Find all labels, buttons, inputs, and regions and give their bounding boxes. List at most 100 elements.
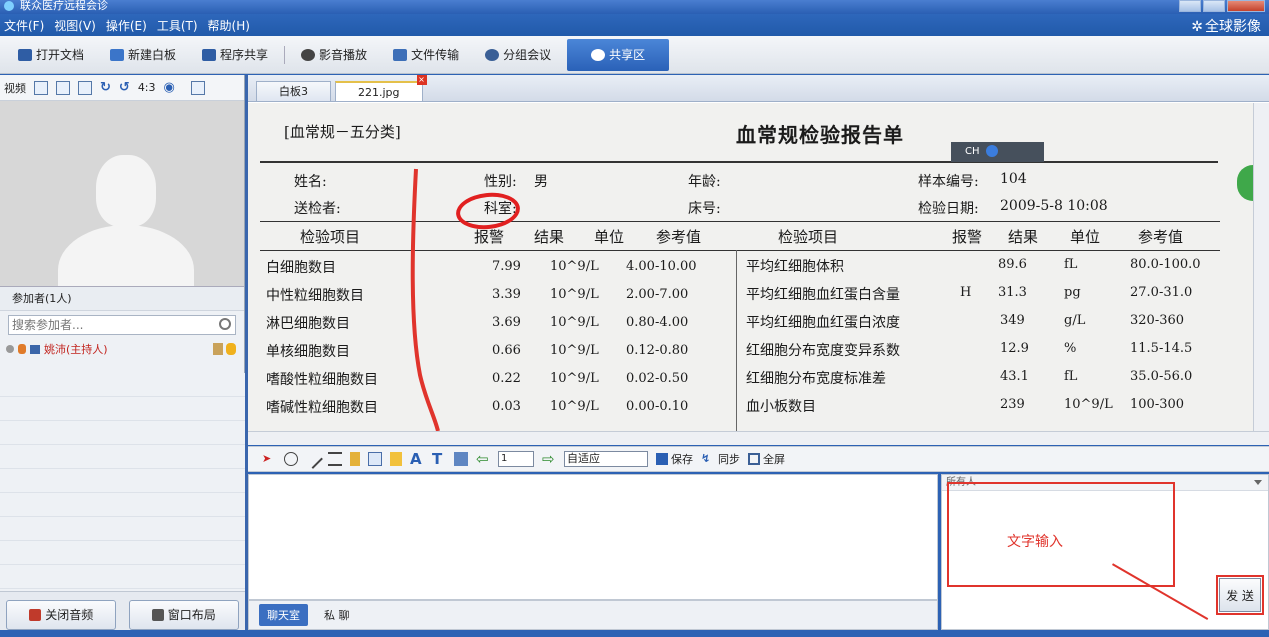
header-unit-right: 单位 [1070,228,1101,246]
right-row-unit: 10^9/L [1064,397,1113,412]
grid-view-icon[interactable] [56,80,70,95]
drawing-toolbar: ➤ A T ⇦ 1 ⇨ 自适应 保存 ↯ 同步 全屏 [248,446,1269,472]
chat-history[interactable] [248,474,938,600]
bed-label: 床号: [688,201,721,217]
pen-tool-icon[interactable] [350,452,360,466]
participant-search[interactable] [8,315,236,335]
tab-private-chat[interactable]: 私 聊 [316,604,358,626]
tab-chatroom[interactable]: 聊天室 [259,604,308,626]
open-document-button[interactable]: 打开文档 [8,42,94,68]
left-row-item: 白细胞数目 [266,260,336,276]
menu-help[interactable]: 帮助(H) [208,17,250,34]
media-play-button[interactable]: 影音播放 [291,42,377,68]
text-tool-icon[interactable]: A [410,452,424,467]
document-canvas[interactable]: [血常规－五分类] 血常规检验报告单 姓名: 性别: 男 年龄: 样本编号: 1… [248,103,1253,431]
header-item: 检验项目 [300,228,361,246]
tab-image-label: 221.jpg [358,86,400,99]
rotate-right-icon[interactable]: ↺ [119,80,130,95]
minimize-button[interactable] [1179,0,1201,12]
film-reel-icon [301,48,316,61]
window-layout-button[interactable]: 窗口布局 [128,599,239,630]
column-divider [736,250,737,431]
left-row-unit: 10^9/L [550,399,599,414]
tab-whiteboard[interactable]: 白板3 [256,81,331,101]
right-row-ref: 27.0-31.0 [1130,285,1193,300]
line-tool-icon[interactable] [303,449,323,469]
media-play-label: 影音播放 [319,48,368,62]
participant-search-input[interactable] [9,316,209,334]
sample-value: 104 [1000,171,1027,187]
new-whiteboard-button[interactable]: 新建白板 [100,42,186,68]
rect-tool-icon[interactable] [368,452,382,466]
highlighter-icon[interactable] [390,452,402,466]
maximize-button[interactable] [1203,0,1225,12]
page-select[interactable]: 1 [498,451,534,467]
sync-button[interactable]: ↯ 同步 [701,451,740,467]
prev-page-icon[interactable]: ⇦ [476,452,490,467]
globe-icon: ✲ [1191,19,1203,35]
help-icon[interactable] [985,145,998,157]
participant-row[interactable]: 姚沛(主持人) [0,339,244,359]
ime-toolbar[interactable]: CH [951,142,1044,162]
layout-view-icon[interactable] [78,80,92,95]
close-button[interactable] [1227,0,1265,12]
horizontal-scrollbar[interactable] [248,431,1269,445]
app-logo-icon [4,1,14,11]
file-transfer-button[interactable]: 文件传输 [383,42,469,68]
tab-image[interactable]: 221.jpg × [335,75,427,101]
zoom-select[interactable]: 自适应 [564,451,648,467]
age-label: 年龄: [688,174,721,190]
right-row-unit: fL [1064,257,1078,272]
save-button[interactable]: 保存 [656,451,693,467]
search-icon[interactable] [219,318,231,330]
pen-permission-icon[interactable] [213,343,223,355]
next-page-icon[interactable]: ⇨ [542,452,556,467]
left-row-result: 0.03 [492,399,521,414]
left-panel: 视频 ↻ ↺ 4:3 ◉ 参加者(1人) 姚沛(主持人) 关闭音频 窗口布局 [0,75,245,637]
fullscreen-label: 全屏 [763,453,785,466]
left-row-unit: 10^9/L [550,259,599,274]
save-label: 保存 [671,453,693,466]
popout-icon[interactable] [190,80,205,95]
menu-tools[interactable]: 工具(T) [157,17,198,34]
header-result: 结果 [534,228,565,246]
line-width-icon[interactable] [328,452,342,466]
speaker-icon [29,608,42,621]
share-area-tab[interactable]: 共享区 [567,38,670,71]
text-box-icon[interactable]: T [432,452,446,467]
close-audio-label: 关闭音频 [45,608,94,622]
header-alarm-right: 报警 [952,228,983,246]
send-button[interactable]: 发 送 [1219,578,1261,612]
menu-view[interactable]: 视图(V) [54,17,96,34]
vertical-scrollbar[interactable] [1253,103,1269,431]
avatar-body-shape [58,225,194,286]
save-icon [656,453,668,465]
ellipse-tool-icon[interactable] [284,452,298,466]
avatar-placeholder-icon [96,155,156,227]
menu-file[interactable]: 文件(F) [4,17,44,34]
window-controls [1179,0,1265,12]
participant-name: 姚沛(主持人) [44,343,108,356]
menu-operate[interactable]: 操作(E) [106,17,147,34]
aspect-ratio-button[interactable]: 4:3 [138,81,156,94]
hd-icon[interactable]: ◉ [164,80,175,95]
close-audio-button[interactable]: 关闭音频 [6,599,117,630]
close-tab-icon[interactable]: × [416,75,427,85]
group-meeting-button[interactable]: 分组会议 [475,42,561,68]
fullscreen-button[interactable]: 全屏 [748,451,785,467]
program-share-button[interactable]: 程序共享 [192,42,278,68]
message-input-area[interactable]: 所有人 文字输入 发 送 [941,474,1269,630]
raise-hand-icon[interactable] [226,343,236,355]
folder-icon [18,48,32,61]
gender-value: 男 [534,174,548,190]
right-row-result: 239 [1000,397,1025,412]
red-annotation-line [410,168,440,431]
single-view-icon[interactable] [34,80,48,95]
chevron-down-icon[interactable] [1254,480,1262,485]
left-row-ref: 0.12-0.80 [626,343,689,358]
rotate-left-icon[interactable]: ↻ [100,80,111,95]
pointer-icon[interactable]: ➤ [262,452,276,466]
image-tool-icon[interactable] [454,452,468,466]
left-row-result: 3.39 [492,287,521,302]
header-ref-right: 参考值 [1138,228,1184,246]
